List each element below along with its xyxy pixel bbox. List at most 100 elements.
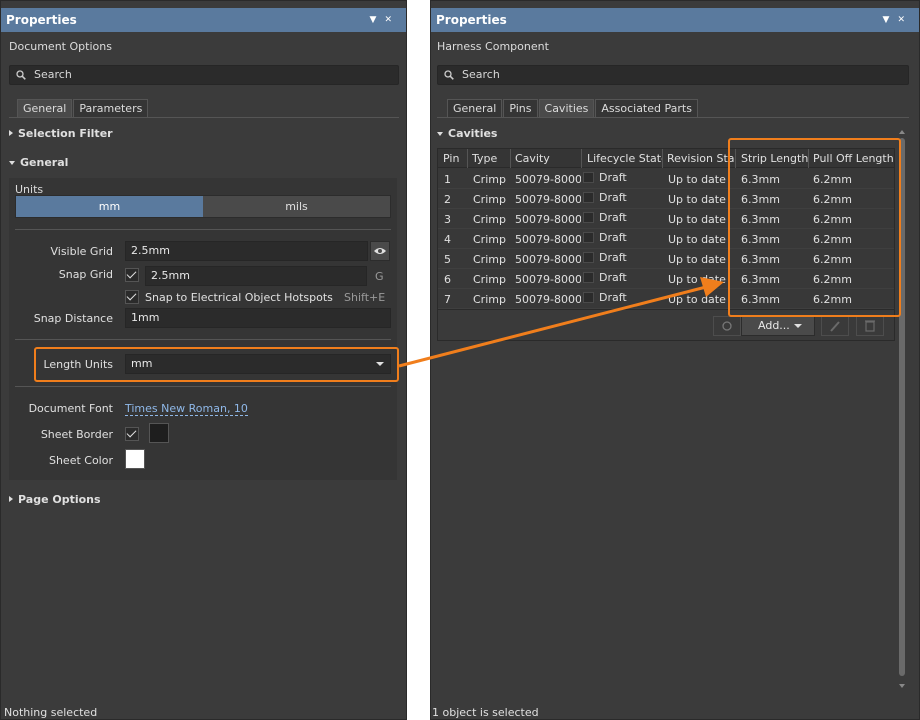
section-label: Cavities — [448, 127, 498, 140]
refresh-icon — [722, 321, 732, 331]
column-header-cavity[interactable]: Cavity — [515, 152, 581, 165]
sheet-color-swatch[interactable] — [125, 449, 145, 469]
panel-subtitle: Document Options — [9, 40, 112, 53]
length-columns-highlight — [728, 138, 901, 317]
snap-grid-checkbox[interactable] — [125, 268, 139, 282]
divider — [15, 339, 391, 340]
units-toggle: mm mils — [15, 195, 391, 218]
cell-cavity: 50079-8000 — [515, 233, 581, 246]
panel-title: Properties — [6, 13, 77, 27]
tab-bar: General Parameters — [17, 99, 149, 118]
search-placeholder: Search — [462, 68, 500, 81]
snap-grid-field[interactable]: 2.5mm — [145, 266, 367, 286]
section-label: Page Options — [18, 493, 101, 506]
cell-type: Crimp — [473, 173, 506, 186]
cell-type: Crimp — [473, 213, 506, 226]
section-cavities[interactable]: Cavities — [437, 127, 497, 140]
sheet-border-color-swatch[interactable] — [149, 423, 169, 443]
lifecycle-state-icon — [583, 172, 594, 183]
sheet-border-label: Sheet Border — [40, 428, 113, 441]
cell-type: Crimp — [473, 293, 506, 306]
visibility-toggle-button[interactable] — [370, 241, 390, 261]
tab-divider — [437, 117, 909, 118]
cell-cavity: 50079-8000 — [515, 253, 581, 266]
lifecycle-state-icon — [583, 232, 594, 243]
visible-grid-field[interactable]: 2.5mm — [125, 241, 368, 261]
edit-button[interactable] — [821, 316, 849, 336]
lifecycle-state-icon — [583, 192, 594, 203]
snap-hotspots-shortcut: Shift+E — [344, 291, 386, 304]
cell-cavity: 50079-8000 — [515, 273, 581, 286]
cell-lifecycle: Draft — [599, 171, 627, 184]
section-general[interactable]: General — [9, 156, 68, 169]
add-button[interactable]: Add... — [741, 316, 815, 336]
divider — [15, 386, 391, 387]
panel-menu-icon[interactable]: ▼ — [883, 15, 898, 25]
visible-grid-label: Visible Grid — [50, 245, 113, 258]
scroll-up-icon[interactable] — [899, 130, 905, 134]
search-input[interactable]: Search — [9, 65, 399, 85]
panel-subtitle: Harness Component — [437, 40, 549, 53]
cell-revision: Up to date — [668, 193, 726, 206]
cell-type: Crimp — [473, 193, 506, 206]
close-icon[interactable]: ✕ — [897, 15, 913, 25]
delete-button[interactable] — [856, 316, 884, 336]
lifecycle-state-icon — [583, 212, 594, 223]
pencil-icon — [830, 321, 840, 332]
tab-general[interactable]: General — [447, 99, 503, 118]
tab-cavities[interactable]: Cavities — [538, 99, 595, 118]
cell-pin: 7 — [444, 293, 451, 306]
cell-revision: Up to date — [668, 213, 726, 226]
cell-revision: Up to date — [668, 293, 726, 306]
cell-lifecycle: Draft — [599, 211, 627, 224]
expand-arrow-icon — [9, 496, 13, 502]
column-header-lifecycle[interactable]: Lifecycle State — [587, 152, 662, 165]
document-font-link[interactable]: Times New Roman, 10 — [125, 402, 248, 416]
lifecycle-state-icon — [583, 272, 594, 283]
cell-type: Crimp — [473, 253, 506, 266]
snap-hotspots-label: Snap to Electrical Object Hotspots — [145, 291, 333, 304]
status-bar: 1 object is selected — [432, 706, 539, 719]
cell-pin: 6 — [444, 273, 451, 286]
panel-title: Properties — [436, 13, 507, 27]
refresh-button[interactable] — [713, 316, 741, 336]
lifecycle-state-icon — [583, 292, 594, 303]
cell-pin: 2 — [444, 193, 451, 206]
panel-menu-icon[interactable]: ▼ — [370, 15, 385, 25]
cell-pin: 4 — [444, 233, 451, 246]
tab-general[interactable]: General — [17, 99, 73, 118]
search-placeholder: Search — [34, 68, 72, 81]
snap-grid-shortcut: G — [375, 270, 384, 283]
document-font-label: Document Font — [28, 402, 113, 415]
column-header-type[interactable]: Type — [472, 152, 510, 165]
cell-lifecycle: Draft — [599, 251, 627, 264]
snap-distance-field[interactable]: 1mm — [125, 308, 391, 328]
chevron-down-icon — [794, 324, 802, 328]
collapse-arrow-icon — [9, 161, 15, 165]
expand-arrow-icon — [9, 130, 13, 136]
snap-hotspots-checkbox[interactable] — [125, 290, 139, 304]
eye-icon — [374, 248, 386, 254]
cell-lifecycle: Draft — [599, 271, 627, 284]
sheet-border-checkbox[interactable] — [125, 427, 139, 441]
close-icon[interactable]: ✕ — [384, 15, 400, 25]
add-button-label: Add... — [758, 319, 790, 332]
snap-grid-label: Snap Grid — [58, 268, 113, 281]
panel-titlebar: Properties ▼✕ — [1, 8, 406, 32]
tab-bar: General Pins Cavities Associated Parts — [447, 99, 699, 118]
search-icon — [444, 70, 454, 80]
search-input[interactable]: Search — [437, 65, 909, 85]
scroll-down-icon[interactable] — [899, 684, 905, 688]
column-header-pin[interactable]: Pin — [443, 152, 467, 165]
cell-revision: Up to date — [668, 233, 726, 246]
cell-revision: Up to date — [668, 173, 726, 186]
section-page-options[interactable]: Page Options — [9, 493, 101, 506]
column-header-revision[interactable]: Revision Stat — [667, 152, 734, 165]
tab-pins[interactable]: Pins — [503, 99, 538, 118]
snap-distance-label: Snap Distance — [33, 312, 113, 325]
section-selection-filter[interactable]: Selection Filter — [9, 127, 113, 140]
units-mm-button[interactable]: mm — [16, 196, 203, 217]
tab-associated-parts[interactable]: Associated Parts — [595, 99, 698, 118]
tab-parameters[interactable]: Parameters — [73, 99, 149, 118]
units-mils-button[interactable]: mils — [203, 196, 390, 217]
